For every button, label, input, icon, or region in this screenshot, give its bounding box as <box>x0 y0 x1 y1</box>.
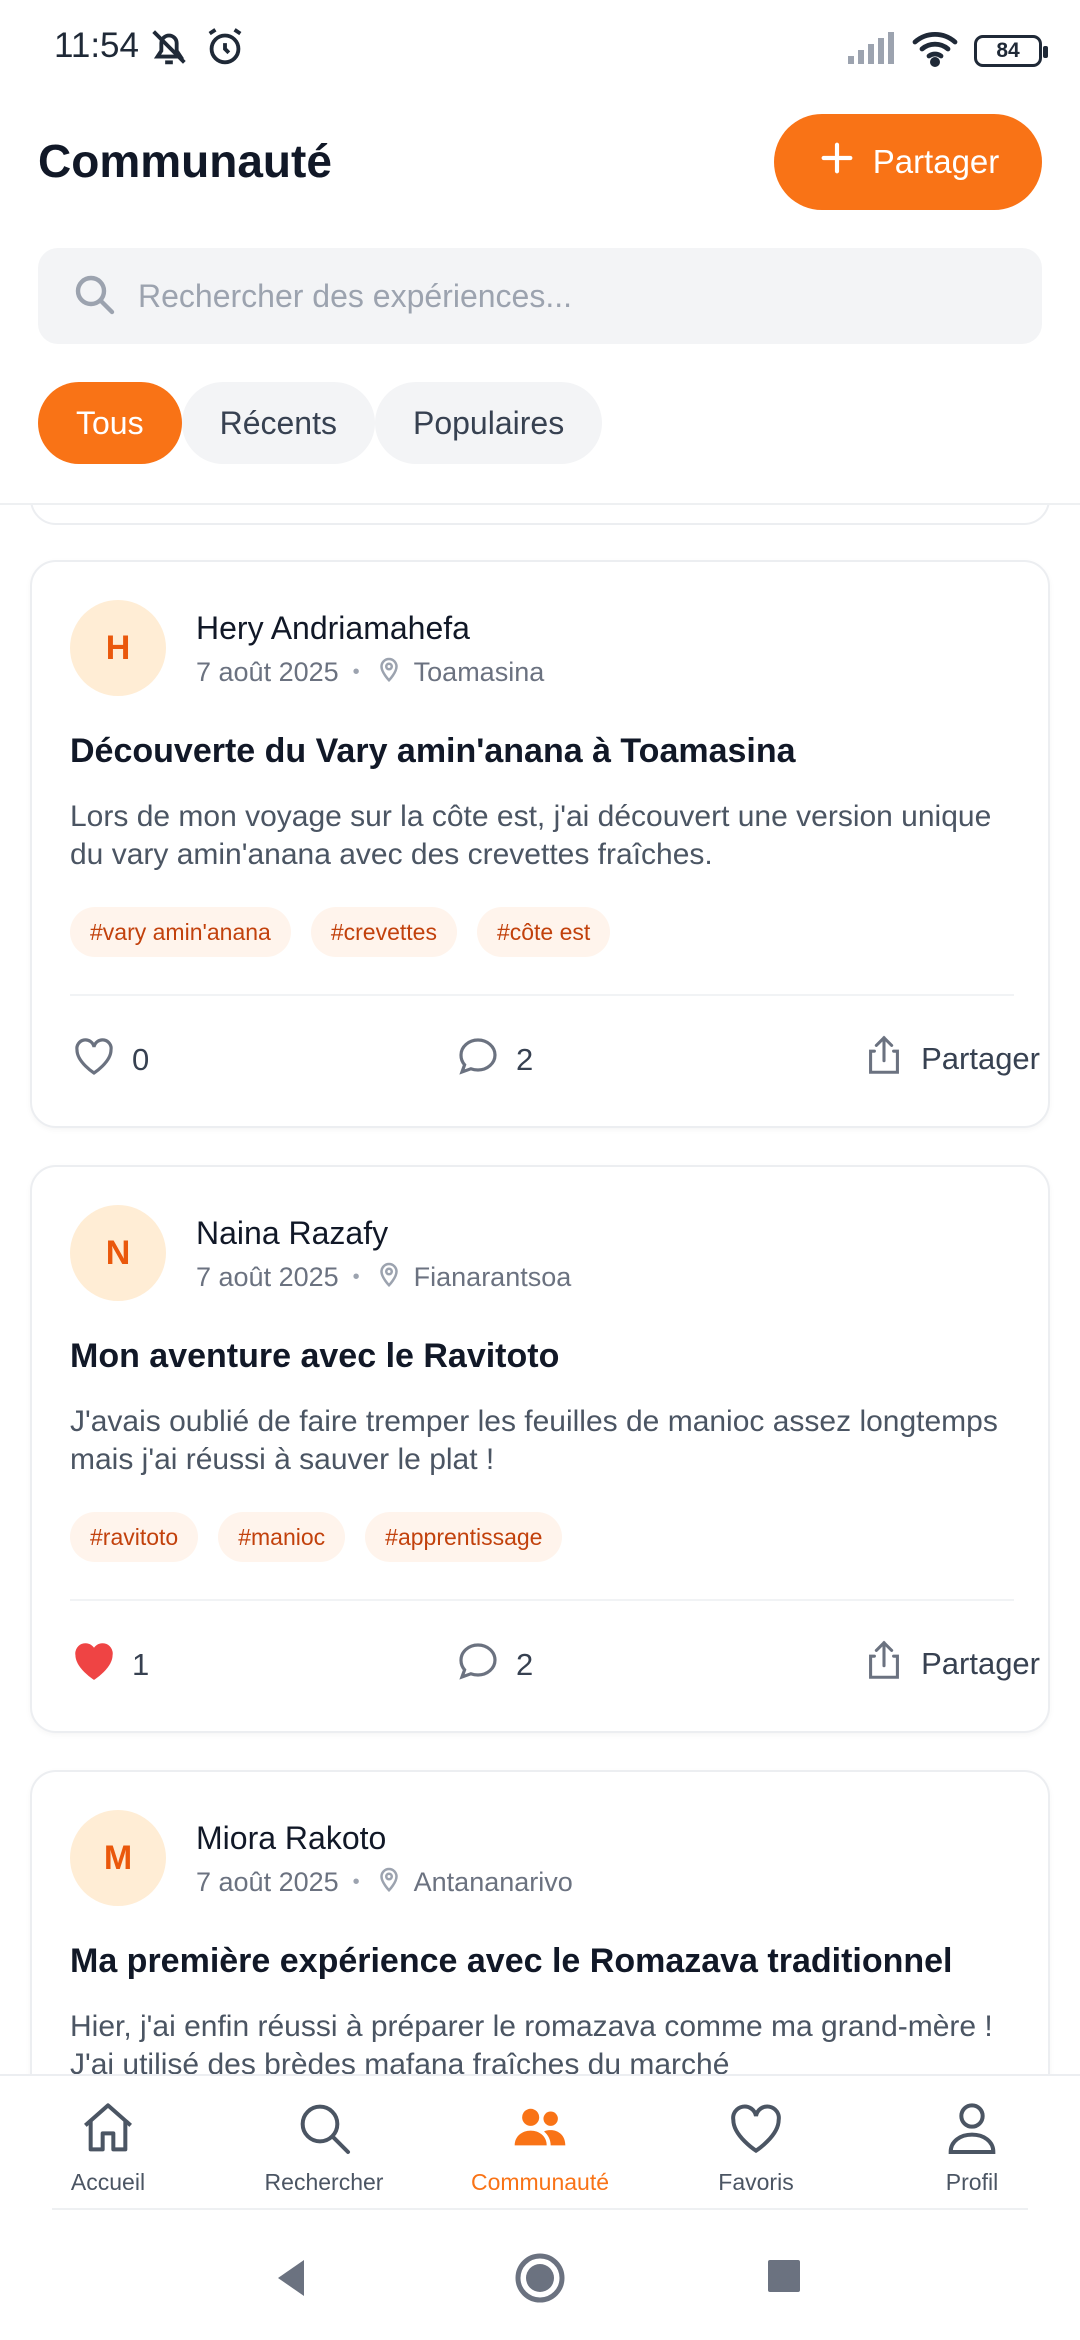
nav-home-label: Accueil <box>70 2169 146 2195</box>
post-card[interactable]: N Naina Razafy 7 août 2025 • Fianarantso… <box>30 1165 1050 1733</box>
post-date: 7 août 2025 <box>196 1867 339 1897</box>
post-actions: 1 2 Partager <box>70 1637 1040 1697</box>
comment-button[interactable]: 2 <box>454 1637 533 1693</box>
avatar[interactable]: M <box>70 1810 166 1906</box>
location-pin-icon <box>374 1259 404 1296</box>
share-icon <box>861 1637 907 1691</box>
location-pin-icon <box>374 654 404 691</box>
like-count: 1 <box>132 1647 150 1682</box>
share-label: Partager <box>921 1646 1040 1681</box>
tag[interactable]: #apprentissage <box>365 1512 563 1562</box>
post-title[interactable]: Découverte du Vary amin'anana à Toamasin… <box>70 732 1030 771</box>
location-pin-icon <box>374 1864 404 1901</box>
search-icon <box>70 270 118 323</box>
avatar[interactable]: N <box>70 1205 166 1301</box>
post-title[interactable]: Mon aventure avec le Ravitoto <box>70 1337 1030 1376</box>
bottom-nav: Accueil Rechercher Communauté Favoris Pr… <box>0 2074 1080 2210</box>
tag[interactable]: #crevettes <box>310 907 457 957</box>
home-icon <box>76 2096 140 2165</box>
status-time: 11:54 <box>54 26 139 65</box>
search-input[interactable] <box>138 277 998 315</box>
share-label: Partager <box>921 1041 1040 1076</box>
tag[interactable]: #vary amin'anana <box>70 907 291 957</box>
post-location: Antananarivo <box>413 1867 573 1897</box>
comment-icon <box>454 1637 502 1693</box>
recents-square-icon[interactable] <box>766 2258 802 2299</box>
divider <box>70 1599 1014 1601</box>
post-body: Lors de mon voyage sur la côte est, j'ai… <box>70 800 992 871</box>
share-icon <box>861 1032 907 1086</box>
author-name[interactable]: Miora Rakoto <box>196 1820 386 1857</box>
nav-favorites-label: Favoris <box>718 2169 794 2195</box>
avatar[interactable]: H <box>70 600 166 696</box>
post-date: 7 août 2025 <box>196 1262 339 1292</box>
post-location: Toamasina <box>413 657 545 687</box>
comment-count: 2 <box>516 1042 534 1077</box>
wifi-icon <box>910 28 960 73</box>
plus-icon <box>817 138 857 186</box>
divider <box>70 994 1014 996</box>
filter-all[interactable]: Tous <box>38 382 182 464</box>
author-name[interactable]: Naina Razafy <box>196 1215 388 1252</box>
comment-icon <box>454 1032 502 1088</box>
filter-chips: Tous Récents Populaires <box>38 382 603 464</box>
post-title[interactable]: Ma première expérience avec le Romazava … <box>70 1942 1030 1981</box>
post-meta: 7 août 2025 • Antananarivo <box>196 1864 573 1901</box>
post-body: J'avais oublié de faire tremper les feui… <box>70 1405 998 1476</box>
post-body: Hier, j'ai enfin réussi à préparer le ro… <box>70 2010 993 2075</box>
back-icon[interactable] <box>272 2256 312 2305</box>
tag-list: #ravitoto #manioc #apprentissage <box>70 1512 563 1562</box>
nav-community-label: Communauté <box>470 2169 610 2195</box>
share-button[interactable]: Partager <box>861 1637 1040 1691</box>
filter-recent[interactable]: Récents <box>181 382 375 464</box>
heart-icon <box>724 2096 788 2165</box>
like-count: 0 <box>132 1042 150 1077</box>
author-name[interactable]: Hery Andriamahefa <box>196 610 470 647</box>
post-actions: 0 2 Partager <box>70 1032 1040 1092</box>
nav-favorites[interactable]: Favoris <box>648 2096 864 2196</box>
share-button[interactable]: Partager <box>861 1032 1040 1086</box>
tag[interactable]: #manioc <box>218 1512 346 1562</box>
tag[interactable]: #ravitoto <box>70 1512 199 1562</box>
nav-home[interactable]: Accueil <box>0 2096 216 2196</box>
nav-search-label: Rechercher <box>264 2169 384 2195</box>
tag[interactable]: #côte est <box>476 907 611 957</box>
post-date: 7 août 2025 <box>196 657 339 687</box>
post-card-partial <box>30 505 1050 525</box>
tag-list: #vary amin'anana #crevettes #côte est <box>70 907 611 957</box>
alarm-icon <box>202 24 248 75</box>
nav-profile-label: Profil <box>945 2169 999 2195</box>
nav-search[interactable]: Rechercher <box>216 2096 432 2196</box>
like-button[interactable]: 0 <box>70 1032 149 1088</box>
comment-button[interactable]: 2 <box>454 1032 533 1088</box>
signal-icon <box>846 30 896 71</box>
battery-icon: 84 <box>974 34 1048 67</box>
system-nav-bar <box>0 2210 1080 2340</box>
search-bar[interactable] <box>38 248 1042 344</box>
profile-icon <box>940 2096 1004 2165</box>
heart-icon <box>70 1032 118 1088</box>
post-location: Fianarantsoa <box>413 1262 572 1292</box>
post-card[interactable]: H Hery Andriamahefa 7 août 2025 • Toamas… <box>30 560 1050 1128</box>
post-meta: 7 août 2025 • Fianarantsoa <box>196 1259 571 1296</box>
post-feed[interactable]: H Hery Andriamahefa 7 août 2025 • Toamas… <box>0 505 1080 2075</box>
people-icon <box>508 2096 572 2165</box>
search-icon <box>292 2096 356 2165</box>
like-button[interactable]: 1 <box>70 1637 149 1693</box>
post-card[interactable]: M Miora Rakoto 7 août 2025 • Antananariv… <box>30 1770 1050 2075</box>
filter-popular[interactable]: Populaires <box>374 382 603 464</box>
post-meta: 7 août 2025 • Toamasina <box>196 654 544 691</box>
mute-icon <box>146 24 192 75</box>
share-post-button[interactable]: Partager <box>774 114 1042 210</box>
comment-count: 2 <box>516 1647 534 1682</box>
page-title: Communauté <box>38 135 332 187</box>
home-circle-icon[interactable] <box>514 2252 566 2309</box>
nav-profile[interactable]: Profil <box>864 2096 1080 2196</box>
share-post-label: Partager <box>872 143 1000 180</box>
nav-community[interactable]: Communauté <box>432 2096 648 2196</box>
heart-filled-icon <box>70 1637 118 1693</box>
status-bar: 11:54 84 <box>0 0 1080 96</box>
